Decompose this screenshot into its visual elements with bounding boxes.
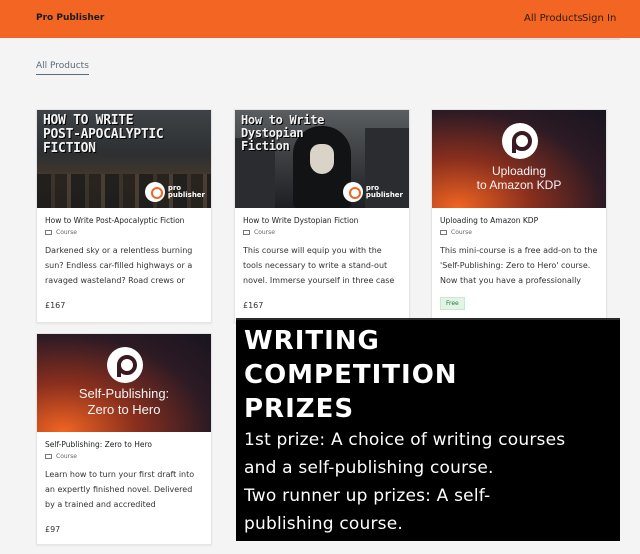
product-price: £167: [45, 301, 66, 310]
course-icon: [45, 454, 52, 459]
brand-logo-text[interactable]: Pro Publisher: [36, 13, 104, 23]
product-type-label: Course: [56, 453, 77, 460]
product-thumbnail[interactable]: Self-Publishing: Zero to Hero: [37, 334, 211, 432]
product-type: Course: [45, 453, 203, 460]
product-type-label: Course: [451, 229, 472, 236]
product-card-self-publishing[interactable]: Self-Publishing: Zero to Hero Self-Publi…: [36, 333, 212, 545]
pro-publisher-logo-icon: [144, 182, 165, 202]
promo-text-line: and a self-publishing course.: [244, 458, 494, 478]
product-price: £167: [243, 301, 264, 310]
top-navigation-bar: Pro Publisher All Products Sign In: [0, 0, 640, 38]
promo-text-line: Two runner up prizes: A self-: [244, 486, 491, 506]
course-icon: [45, 230, 52, 235]
pro-publisher-logo: pro publisher: [342, 182, 403, 202]
thumbnail-title: Uploading to Amazon KDP: [476, 164, 562, 192]
product-type: Course: [45, 229, 203, 236]
nav-sign-in-link[interactable]: Sign In: [582, 13, 616, 24]
product-card-dystopian[interactable]: How to Write Dystopian Fiction pro publi…: [234, 109, 410, 323]
competition-promo-banner: WRITING COMPETITION PRIZES 1st prize: A …: [236, 318, 620, 541]
thumbnail-title: How to Write Dystopian Fiction: [241, 113, 325, 153]
promo-text-line: publishing course.: [244, 514, 403, 534]
product-thumbnail[interactable]: HOW TO WRITE POST-APOCALYPTIC FICTION pr…: [37, 110, 211, 208]
pro-publisher-logo: pro publisher: [144, 182, 205, 202]
product-thumbnail[interactable]: Uploading to Amazon KDP: [432, 110, 606, 208]
course-icon: [440, 230, 447, 235]
product-title[interactable]: Self-Publishing: Zero to Hero: [45, 440, 203, 449]
product-card-post-apocalyptic[interactable]: HOW TO WRITE POST-APOCALYPTIC FICTION pr…: [36, 109, 212, 323]
product-title[interactable]: How to Write Post-Apocalyptic Fiction: [45, 216, 203, 225]
product-price: £97: [45, 525, 61, 534]
thumbnail-title: HOW TO WRITE POST-APOCALYPTIC FICTION: [43, 113, 164, 156]
product-title[interactable]: How to Write Dystopian Fiction: [243, 216, 401, 225]
product-description: This mini-course is a free add-on to the…: [440, 246, 598, 285]
pro-publisher-logo-icon: [107, 347, 143, 383]
product-title[interactable]: Uploading to Amazon KDP: [440, 216, 598, 225]
promo-text-line: 1st prize: A choice of writing courses: [244, 430, 566, 450]
product-type: Course: [243, 229, 401, 236]
header-divider: [400, 38, 620, 40]
logo-text: pro publisher: [365, 184, 403, 199]
product-type-label: Course: [254, 229, 275, 236]
logo-text: pro publisher: [167, 184, 205, 199]
nav-all-products-link[interactable]: All Products: [524, 13, 583, 24]
promo-heading-line: PRIZES: [244, 394, 355, 424]
product-thumbnail[interactable]: How to Write Dystopian Fiction pro publi…: [235, 110, 409, 208]
pro-publisher-logo-icon: [342, 182, 363, 202]
product-card-amazon-kdp[interactable]: Uploading to Amazon KDP Uploading to Ama…: [431, 109, 607, 323]
product-description: Darkened sky or a relentless burning sun…: [45, 246, 193, 285]
product-description: Learn how to turn your first draft into …: [45, 470, 195, 509]
free-badge: Free: [440, 297, 465, 310]
thumbnail-title: Self-Publishing: Zero to Hero: [78, 386, 170, 417]
pro-publisher-logo-icon: [502, 123, 538, 159]
product-type-label: Course: [56, 229, 77, 236]
breadcrumb-all-products[interactable]: All Products: [36, 61, 89, 75]
course-icon: [243, 230, 250, 235]
promo-heading-line: COMPETITION: [244, 360, 458, 390]
product-description: This course will equip you with the tool…: [243, 246, 395, 285]
promo-heading-line: WRITING: [244, 326, 380, 356]
product-type: Course: [440, 229, 598, 236]
